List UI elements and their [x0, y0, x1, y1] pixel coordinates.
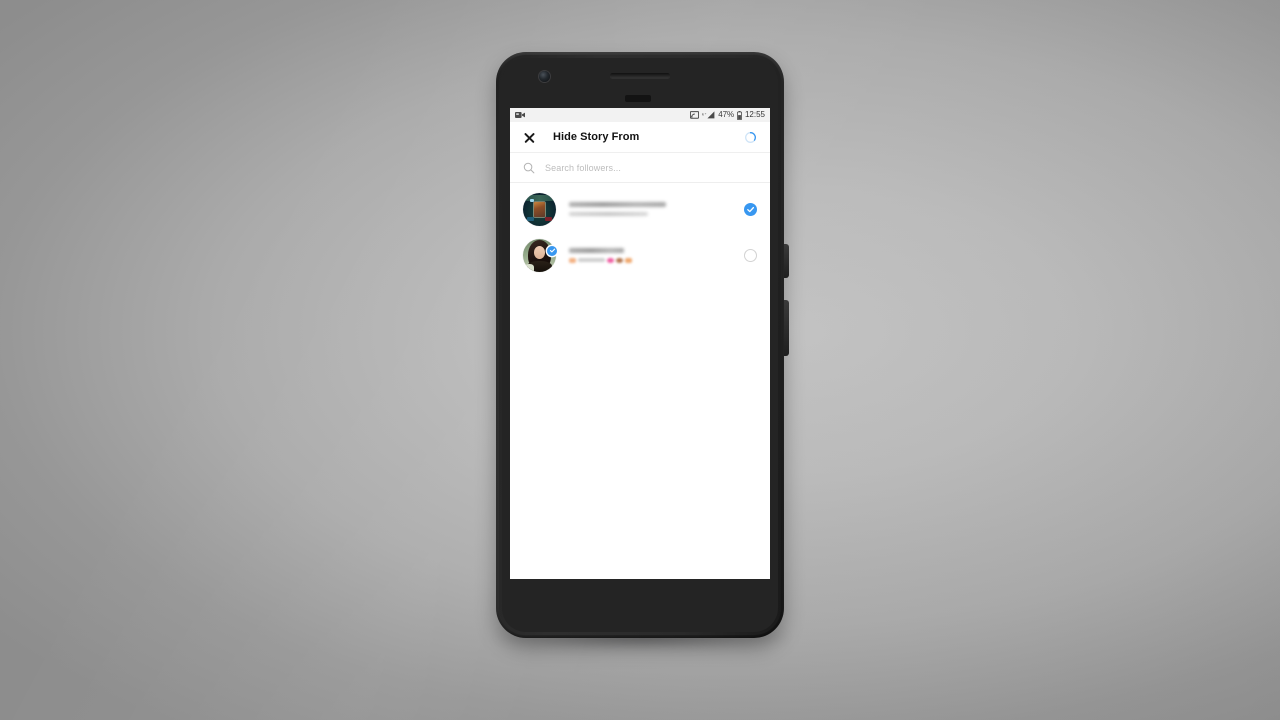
volume-button[interactable] — [784, 300, 789, 356]
close-icon[interactable] — [523, 131, 536, 144]
battery-icon — [736, 110, 742, 120]
verified-check-icon — [549, 248, 555, 253]
username-censored — [569, 247, 624, 253]
avatar-image — [523, 192, 556, 226]
checkbox-unselected[interactable] — [744, 248, 757, 262]
fullname-censored — [569, 257, 744, 263]
status-bar-left — [515, 111, 525, 119]
mobile-signal-icon: k + — [702, 111, 715, 119]
fullname-censored — [569, 212, 648, 216]
followers-list — [510, 183, 770, 278]
list-item-text — [569, 202, 744, 216]
search-bar[interactable]: Search followers... — [510, 153, 770, 183]
battery-percent-label: 47% — [718, 110, 734, 119]
list-item-text — [569, 247, 744, 263]
status-bar-right: k + 47% 12:55 — [690, 110, 765, 120]
screen-cast-icon — [690, 111, 700, 119]
list-item[interactable] — [510, 186, 770, 232]
checkbox-selected[interactable] — [744, 202, 757, 216]
loading-spinner-icon — [745, 131, 756, 143]
search-icon — [523, 162, 535, 173]
power-button[interactable] — [784, 244, 789, 278]
status-bar: k + 47% 12:55 — [510, 108, 770, 122]
avatar[interactable] — [523, 238, 557, 272]
earpiece-speaker — [610, 73, 670, 78]
phone-screen: k + 47% 12:55 Hide Story From Search fol… — [510, 108, 770, 579]
proximity-sensor — [625, 95, 651, 102]
page-title: Hide Story From — [553, 131, 640, 143]
clock-label: 12:55 — [744, 110, 765, 119]
front-camera-icon — [539, 71, 550, 82]
search-input[interactable]: Search followers... — [545, 163, 621, 173]
username-censored — [569, 202, 666, 207]
verified-badge-icon — [547, 245, 557, 256]
svg-text:+: + — [705, 112, 707, 116]
list-item[interactable] — [510, 232, 770, 278]
app-header: Hide Story From — [510, 122, 770, 153]
check-icon — [747, 206, 755, 212]
video-recording-icon — [515, 112, 525, 118]
avatar[interactable] — [523, 192, 556, 226]
